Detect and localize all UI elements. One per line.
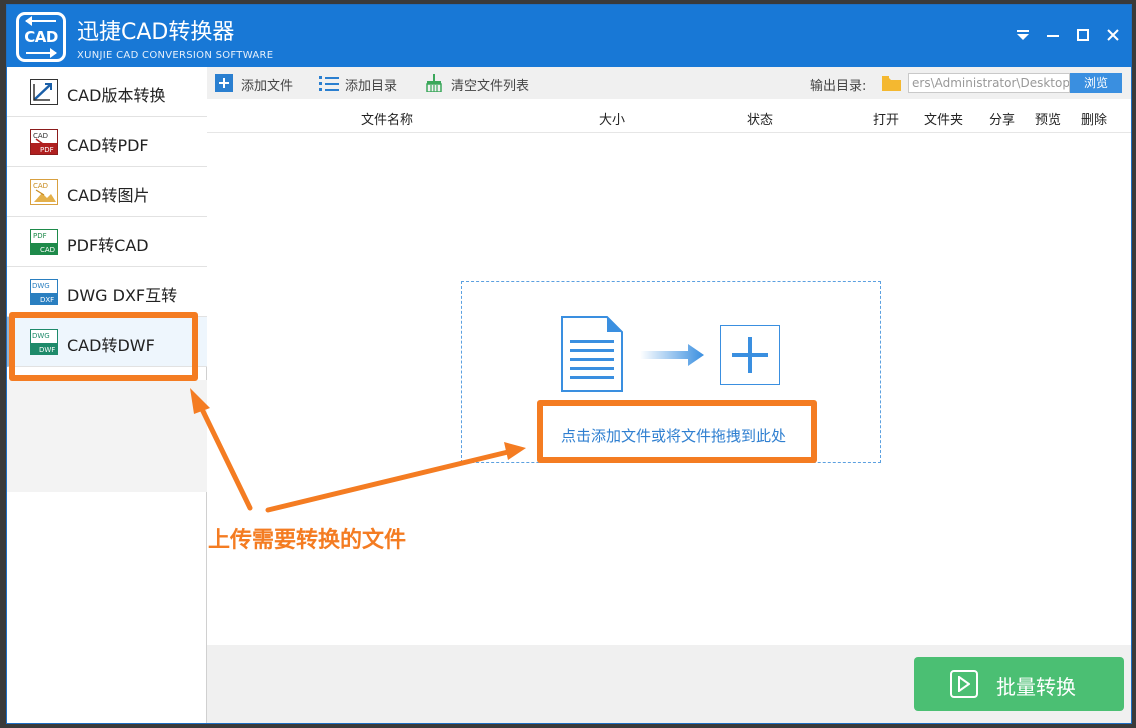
- annotation-arrows: [190, 388, 526, 513]
- annotation-label: 上传需要转换的文件: [208, 528, 407, 553]
